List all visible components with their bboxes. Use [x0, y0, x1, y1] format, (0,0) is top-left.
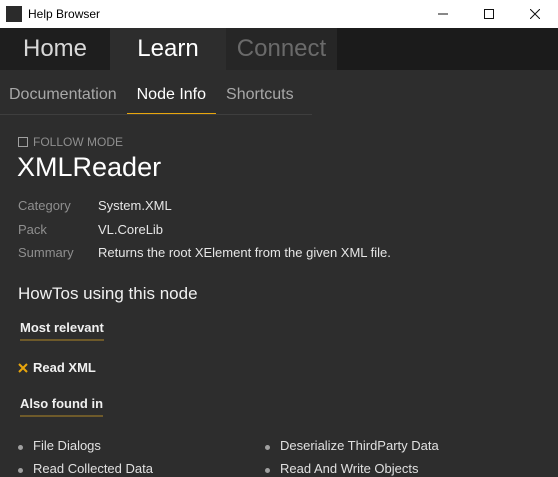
minimize-icon [438, 13, 448, 15]
most-relevant-label: Most relevant [20, 320, 104, 341]
property-value: System.XML [98, 198, 172, 214]
maximize-button[interactable] [466, 0, 512, 28]
property-row-pack: Pack VL.CoreLib [18, 218, 391, 242]
property-row-category: Category System.XML [18, 194, 391, 218]
also-found-label: Also found in [20, 396, 104, 417]
property-key: Pack [18, 221, 47, 237]
howto-link-read-xml[interactable]: Read XML [18, 360, 96, 375]
howtos-heading: HowTos using this node [18, 284, 198, 303]
title-bar: Help Browser [0, 0, 558, 28]
list-item[interactable]: Read Collected Data [18, 457, 153, 477]
list-item[interactable]: File Dialogs [18, 434, 153, 457]
cross-icon [18, 362, 28, 373]
sub-tab-bar: Documentation Node Info Shortcuts [0, 86, 304, 116]
tab-connect[interactable]: Connect [226, 28, 337, 70]
also-found-list-right: Deserialize ThirdParty Data Read And Wri… [265, 434, 439, 477]
follow-mode-toggle[interactable]: FOLLOW MODE [18, 135, 123, 149]
minimize-button[interactable] [420, 0, 466, 28]
main-tab-bar: Home Learn Connect [0, 28, 558, 70]
property-value: VL.CoreLib [98, 221, 164, 237]
close-icon [530, 9, 540, 19]
window-title: Help Browser [28, 7, 101, 21]
close-button[interactable] [512, 0, 558, 28]
tab-documentation[interactable]: Documentation [0, 86, 127, 115]
tab-shortcuts[interactable]: Shortcuts [216, 86, 304, 115]
list-item-label: Deserialize ThirdParty Data [280, 438, 439, 453]
node-properties: Category System.XML Pack VL.CoreLib Summ… [18, 194, 391, 265]
tab-node-info[interactable]: Node Info [126, 86, 217, 115]
node-title: XMLReader [17, 152, 162, 182]
follow-mode-checkbox[interactable] [18, 137, 28, 147]
tab-learn[interactable]: Learn [110, 28, 226, 70]
property-key: Category [18, 198, 71, 214]
list-item[interactable]: Read And Write Objects [265, 457, 439, 477]
property-row-summary: Summary Returns the root XElement from t… [18, 241, 391, 265]
tab-home[interactable]: Home [0, 28, 110, 70]
property-key: Summary [18, 245, 74, 261]
sub-tab-divider [0, 114, 312, 115]
list-item[interactable]: Deserialize ThirdParty Data [265, 434, 439, 457]
bullet-icon [265, 467, 270, 473]
maximize-icon [484, 9, 494, 19]
bullet-icon [18, 444, 23, 450]
follow-mode-label: FOLLOW MODE [33, 135, 124, 149]
also-found-list-left: File Dialogs Read Collected Data [18, 434, 153, 477]
property-value: Returns the root XElement from the given… [98, 245, 391, 261]
list-item-label: Read Collected Data [33, 461, 153, 476]
bullet-icon [265, 444, 270, 450]
list-item-label: File Dialogs [33, 438, 101, 453]
howto-label: Read XML [33, 360, 96, 375]
bullet-icon [18, 467, 23, 473]
window-controls [420, 0, 558, 28]
app-icon [6, 6, 22, 22]
list-item-label: Read And Write Objects [280, 461, 419, 476]
